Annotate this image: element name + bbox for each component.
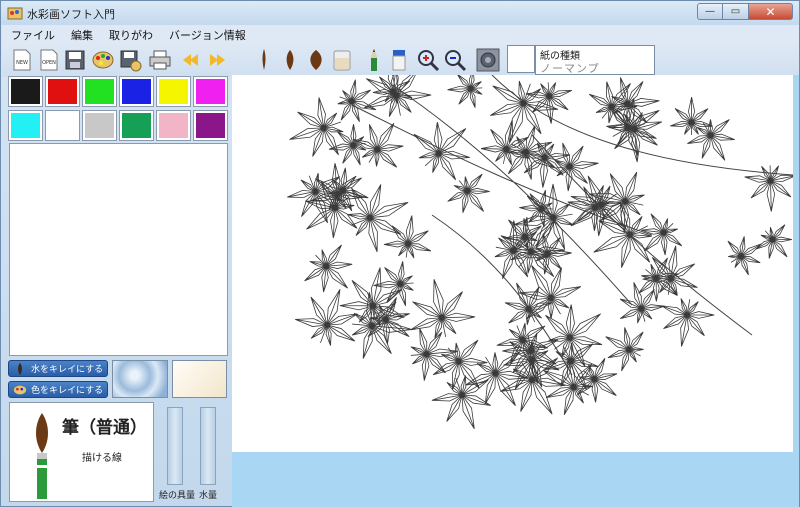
toolbar: NEW OPEN	[2, 43, 799, 77]
paper-texture-swatch[interactable]	[172, 360, 227, 398]
color-swatch[interactable]	[9, 111, 42, 140]
undo-button[interactable]	[178, 47, 202, 73]
menu-file[interactable]: ファイル	[2, 25, 62, 43]
open-button[interactable]: OPEN	[37, 47, 61, 73]
color-swatch[interactable]	[46, 111, 79, 140]
brush-thin-icon	[262, 49, 266, 70]
app-window: 水彩画ソフト入門 — ▭ ✕ ファイル 編集 取りがわ バージョン情報 NEW …	[0, 0, 800, 507]
save-as-button[interactable]	[118, 47, 142, 73]
pencil-button[interactable]	[362, 47, 386, 73]
drawing-canvas[interactable]	[232, 75, 793, 452]
water-amount-label: 水量	[199, 491, 218, 501]
water-cup-button[interactable]	[330, 47, 354, 73]
zoom-out-button[interactable]	[443, 47, 467, 73]
brush-name: 筆（普通）	[62, 418, 147, 438]
window-controls: — ▭ ✕	[697, 3, 793, 20]
paint-amount-slider[interactable]	[167, 407, 183, 485]
water-texture-swatch[interactable]	[112, 360, 168, 398]
color-swatch[interactable]	[83, 111, 116, 140]
pencil-icon	[371, 49, 377, 71]
app-icon	[7, 6, 23, 20]
zoom-in-icon	[418, 50, 440, 72]
save-as-icon	[120, 50, 142, 72]
color-preview	[9, 143, 228, 356]
paper-swatch	[507, 45, 535, 73]
redo-button[interactable]	[206, 47, 230, 73]
brush-medium-button[interactable]	[278, 47, 302, 73]
eraser-icon	[392, 50, 406, 71]
brush-wide-button[interactable]	[304, 47, 328, 73]
brush-description: 描ける線	[82, 453, 122, 464]
color-swatch[interactable]	[120, 111, 153, 140]
paper-type-value: ノーマンプ	[540, 62, 600, 75]
clean-color-button[interactable]: 色をキレイにする	[8, 381, 108, 398]
menu-third[interactable]: 取りがわ	[100, 25, 160, 43]
color-palette	[7, 75, 229, 143]
print-button[interactable]	[148, 47, 172, 73]
palette-icon	[92, 51, 114, 69]
brush-wide-icon	[310, 50, 322, 70]
menu-bar: ファイル 編集 取りがわ バージョン情報	[2, 25, 799, 43]
open-icon-label: OPEN	[42, 60, 56, 66]
minimize-button[interactable]: —	[697, 3, 723, 20]
color-swatch[interactable]	[194, 77, 227, 106]
color-swatch[interactable]	[157, 111, 190, 140]
maximize-button[interactable]: ▭	[723, 3, 749, 20]
water-amount-slider[interactable]	[200, 407, 216, 485]
maple-leaf-sketch	[287, 75, 793, 430]
open-icon: OPEN	[40, 49, 58, 71]
new-icon: NEW	[13, 49, 31, 71]
color-swatch[interactable]	[120, 77, 153, 106]
eraser-button[interactable]	[387, 47, 411, 73]
window-title: 水彩画ソフト入門	[27, 8, 115, 21]
clean-color-label: 色をキレイにする	[31, 386, 104, 396]
color-swatch[interactable]	[194, 111, 227, 140]
menu-edit[interactable]: 編集	[62, 25, 100, 43]
color-swatch[interactable]	[157, 77, 190, 106]
color-swatch[interactable]	[46, 77, 79, 106]
paint-amount-label: 絵の具量	[159, 491, 196, 501]
title-bar: 水彩画ソフト入門 — ▭ ✕	[1, 1, 799, 25]
close-button[interactable]: ✕	[749, 3, 793, 20]
brush-info-panel: 筆（普通） 描ける線	[9, 402, 154, 502]
redo-icon	[210, 54, 225, 66]
color-swatch[interactable]	[9, 77, 42, 106]
clean-water-button[interactable]: 水をキレイにする	[8, 360, 108, 377]
settings-icon	[476, 48, 500, 72]
brush-wash-icon	[9, 361, 31, 376]
palette-button[interactable]	[91, 47, 115, 73]
water-cup-icon	[333, 50, 351, 71]
menu-version-info[interactable]: バージョン情報	[160, 25, 253, 43]
new-button[interactable]: NEW	[10, 47, 34, 73]
save-icon	[65, 50, 85, 70]
new-icon-label: NEW	[16, 60, 28, 66]
settings-button[interactable]	[476, 47, 500, 73]
brush-medium-icon	[286, 50, 294, 70]
paper-type-box: 紙の種類 ノーマンプ	[535, 45, 655, 75]
print-icon	[149, 50, 171, 70]
undo-icon	[183, 54, 198, 66]
brush-thin-button[interactable]	[252, 47, 276, 73]
color-swatch[interactable]	[83, 77, 116, 106]
brush-icon	[36, 413, 48, 499]
zoom-in-button[interactable]	[416, 47, 440, 73]
save-button[interactable]	[63, 47, 87, 73]
clean-water-label: 水をキレイにする	[31, 365, 104, 375]
palette-wash-icon	[9, 382, 31, 397]
zoom-out-icon	[445, 50, 467, 72]
